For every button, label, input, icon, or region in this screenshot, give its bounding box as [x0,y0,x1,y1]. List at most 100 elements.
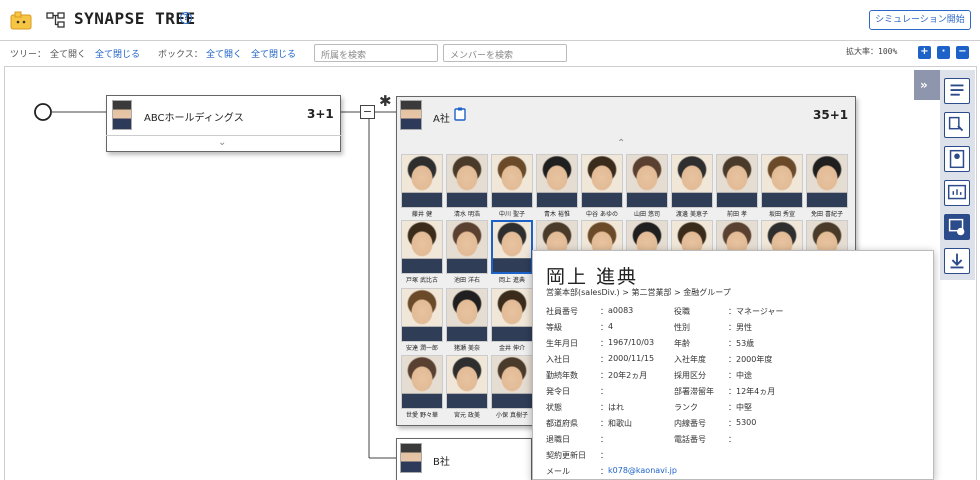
popup-field-label: 発令日 [546,387,570,396]
member-photo[interactable] [491,220,533,274]
member-photo[interactable] [761,154,803,208]
double-chevron-icon[interactable]: » [920,78,928,92]
download-icon[interactable] [944,248,970,274]
transfer-icon[interactable] [944,112,970,138]
member-card[interactable]: 坂田 秀宣 [761,154,803,218]
member-card[interactable]: 岡上 進典 [491,220,533,284]
popup-field-value[interactable]: k078@kaonavi.jp [608,466,677,475]
member-photo[interactable] [446,288,488,342]
company-a-avatar [400,100,422,130]
member-photo[interactable] [446,355,488,409]
member-card[interactable]: 中谷 あゆの [581,154,623,218]
member-name: 世愛 野々華 [406,412,438,419]
popup-field-colon: ： [728,435,736,444]
view-mode-icon[interactable] [944,214,970,240]
member-name: 小保 真樹子 [496,412,528,419]
member-photo[interactable] [671,154,713,208]
popup-field-label: 年齢 [674,339,690,348]
popup-field-label: 社員番号 [546,307,578,316]
member-photo[interactable] [536,154,578,208]
member-photo[interactable] [401,355,443,409]
member-photo[interactable] [716,154,758,208]
popup-field-label: メール [546,467,570,476]
popup-field-label: 契約更新日 [546,451,586,460]
member-photo[interactable] [491,288,533,342]
popup-field-label: 採用区分 [674,371,706,380]
member-card[interactable]: 戸塚 武比古 [401,220,443,284]
popup-field-colon: ： [728,371,736,380]
clipboard-icon[interactable] [454,107,466,121]
popup-field-value: はれ [608,403,624,412]
member-card[interactable]: 猪瀬 美奈 [446,288,488,352]
popup-field-label: 退職日 [546,435,570,444]
member-card[interactable]: 中川 聖子 [491,154,533,218]
popup-field-colon: ： [600,355,608,364]
member-card[interactable]: 金井 伸介 [491,288,533,352]
popup-field-label: 性別 [674,323,690,332]
member-photo[interactable] [581,154,623,208]
member-name: 清水 明浩 [454,211,480,218]
root-node-count: 3+1 [307,107,334,121]
popup-member-name: 岡上 進典 [546,266,639,288]
popup-field-colon: ： [600,419,608,428]
member-name: 池田 洋右 [454,277,480,284]
chevron-down-icon[interactable]: ⌄ [218,137,226,148]
member-card[interactable]: 免田 喜紀子 [806,154,848,218]
member-name: 青木 裕惟 [544,211,570,218]
member-name: 山田 悠司 [634,211,660,218]
member-card[interactable]: 安達 潤一郎 [401,288,443,352]
root-avatar [112,100,132,130]
member-name: 岡上 進典 [499,277,525,284]
member-card[interactable]: 宮元 政美 [446,355,488,419]
popup-department-path: 営業本部(salesDiv.) > 第二営業部 > 金融グループ [546,288,731,297]
member-photo[interactable] [491,355,533,409]
node-divider [106,135,341,136]
popup-field-value: 2000年度 [736,355,773,364]
member-name: 免田 喜紀子 [811,211,843,218]
member-card[interactable]: 藤井 健 [401,154,443,218]
member-name: 前田 孝 [727,211,747,218]
popup-field-label: 状態 [546,403,562,412]
company-a-count: 35+1 [813,108,849,122]
popup-field-colon: ： [600,387,608,396]
member-card[interactable]: 小保 真樹子 [491,355,533,419]
popup-field-value: 53歳 [736,339,755,348]
member-card[interactable]: 池田 洋右 [446,220,488,284]
popup-field-colon: ： [728,355,736,364]
member-card[interactable]: 前田 孝 [716,154,758,218]
popup-field-label: 部署滞留年 [674,387,714,396]
member-photo[interactable] [491,154,533,208]
member-name: 宮元 政美 [454,412,480,419]
member-photo[interactable] [446,220,488,274]
popup-field-value: 4 [608,322,614,331]
chevron-up-icon[interactable]: ⌃ [617,138,625,149]
company-b-name: B社 [433,457,450,468]
member-photo[interactable] [401,154,443,208]
member-photo[interactable] [806,154,848,208]
member-name: 金井 伸介 [499,345,525,352]
member-photo[interactable] [626,154,668,208]
collapse-toggle-button[interactable]: − [360,105,375,119]
member-name: 坂田 秀宣 [769,211,795,218]
popup-field-label: 電話番号 [674,435,706,444]
member-name: 渡邊 美恵子 [676,211,708,218]
member-card[interactable]: 渡邊 美恵子 [671,154,713,218]
popup-field-value: 和歌山 [608,419,632,428]
member-photo[interactable] [401,220,443,274]
list-view-icon[interactable] [944,78,970,104]
member-name: 猪瀬 美奈 [454,345,480,352]
chart-upload-icon[interactable] [944,180,970,206]
member-name: 中谷 あゆの [586,211,618,218]
member-photo[interactable] [446,154,488,208]
popup-field-colon: ： [600,371,608,380]
profile-card-icon[interactable] [944,146,970,172]
popup-field-label: 勤続年数 [546,371,578,380]
member-card[interactable]: 世愛 野々華 [401,355,443,419]
popup-field-colon: ： [600,435,608,444]
member-photo[interactable] [401,288,443,342]
popup-field-label: 入社年度 [674,355,706,364]
member-card[interactable]: 清水 明浩 [446,154,488,218]
popup-field-value: 5300 [736,418,757,427]
member-card[interactable]: 青木 裕惟 [536,154,578,218]
member-card[interactable]: 山田 悠司 [626,154,668,218]
